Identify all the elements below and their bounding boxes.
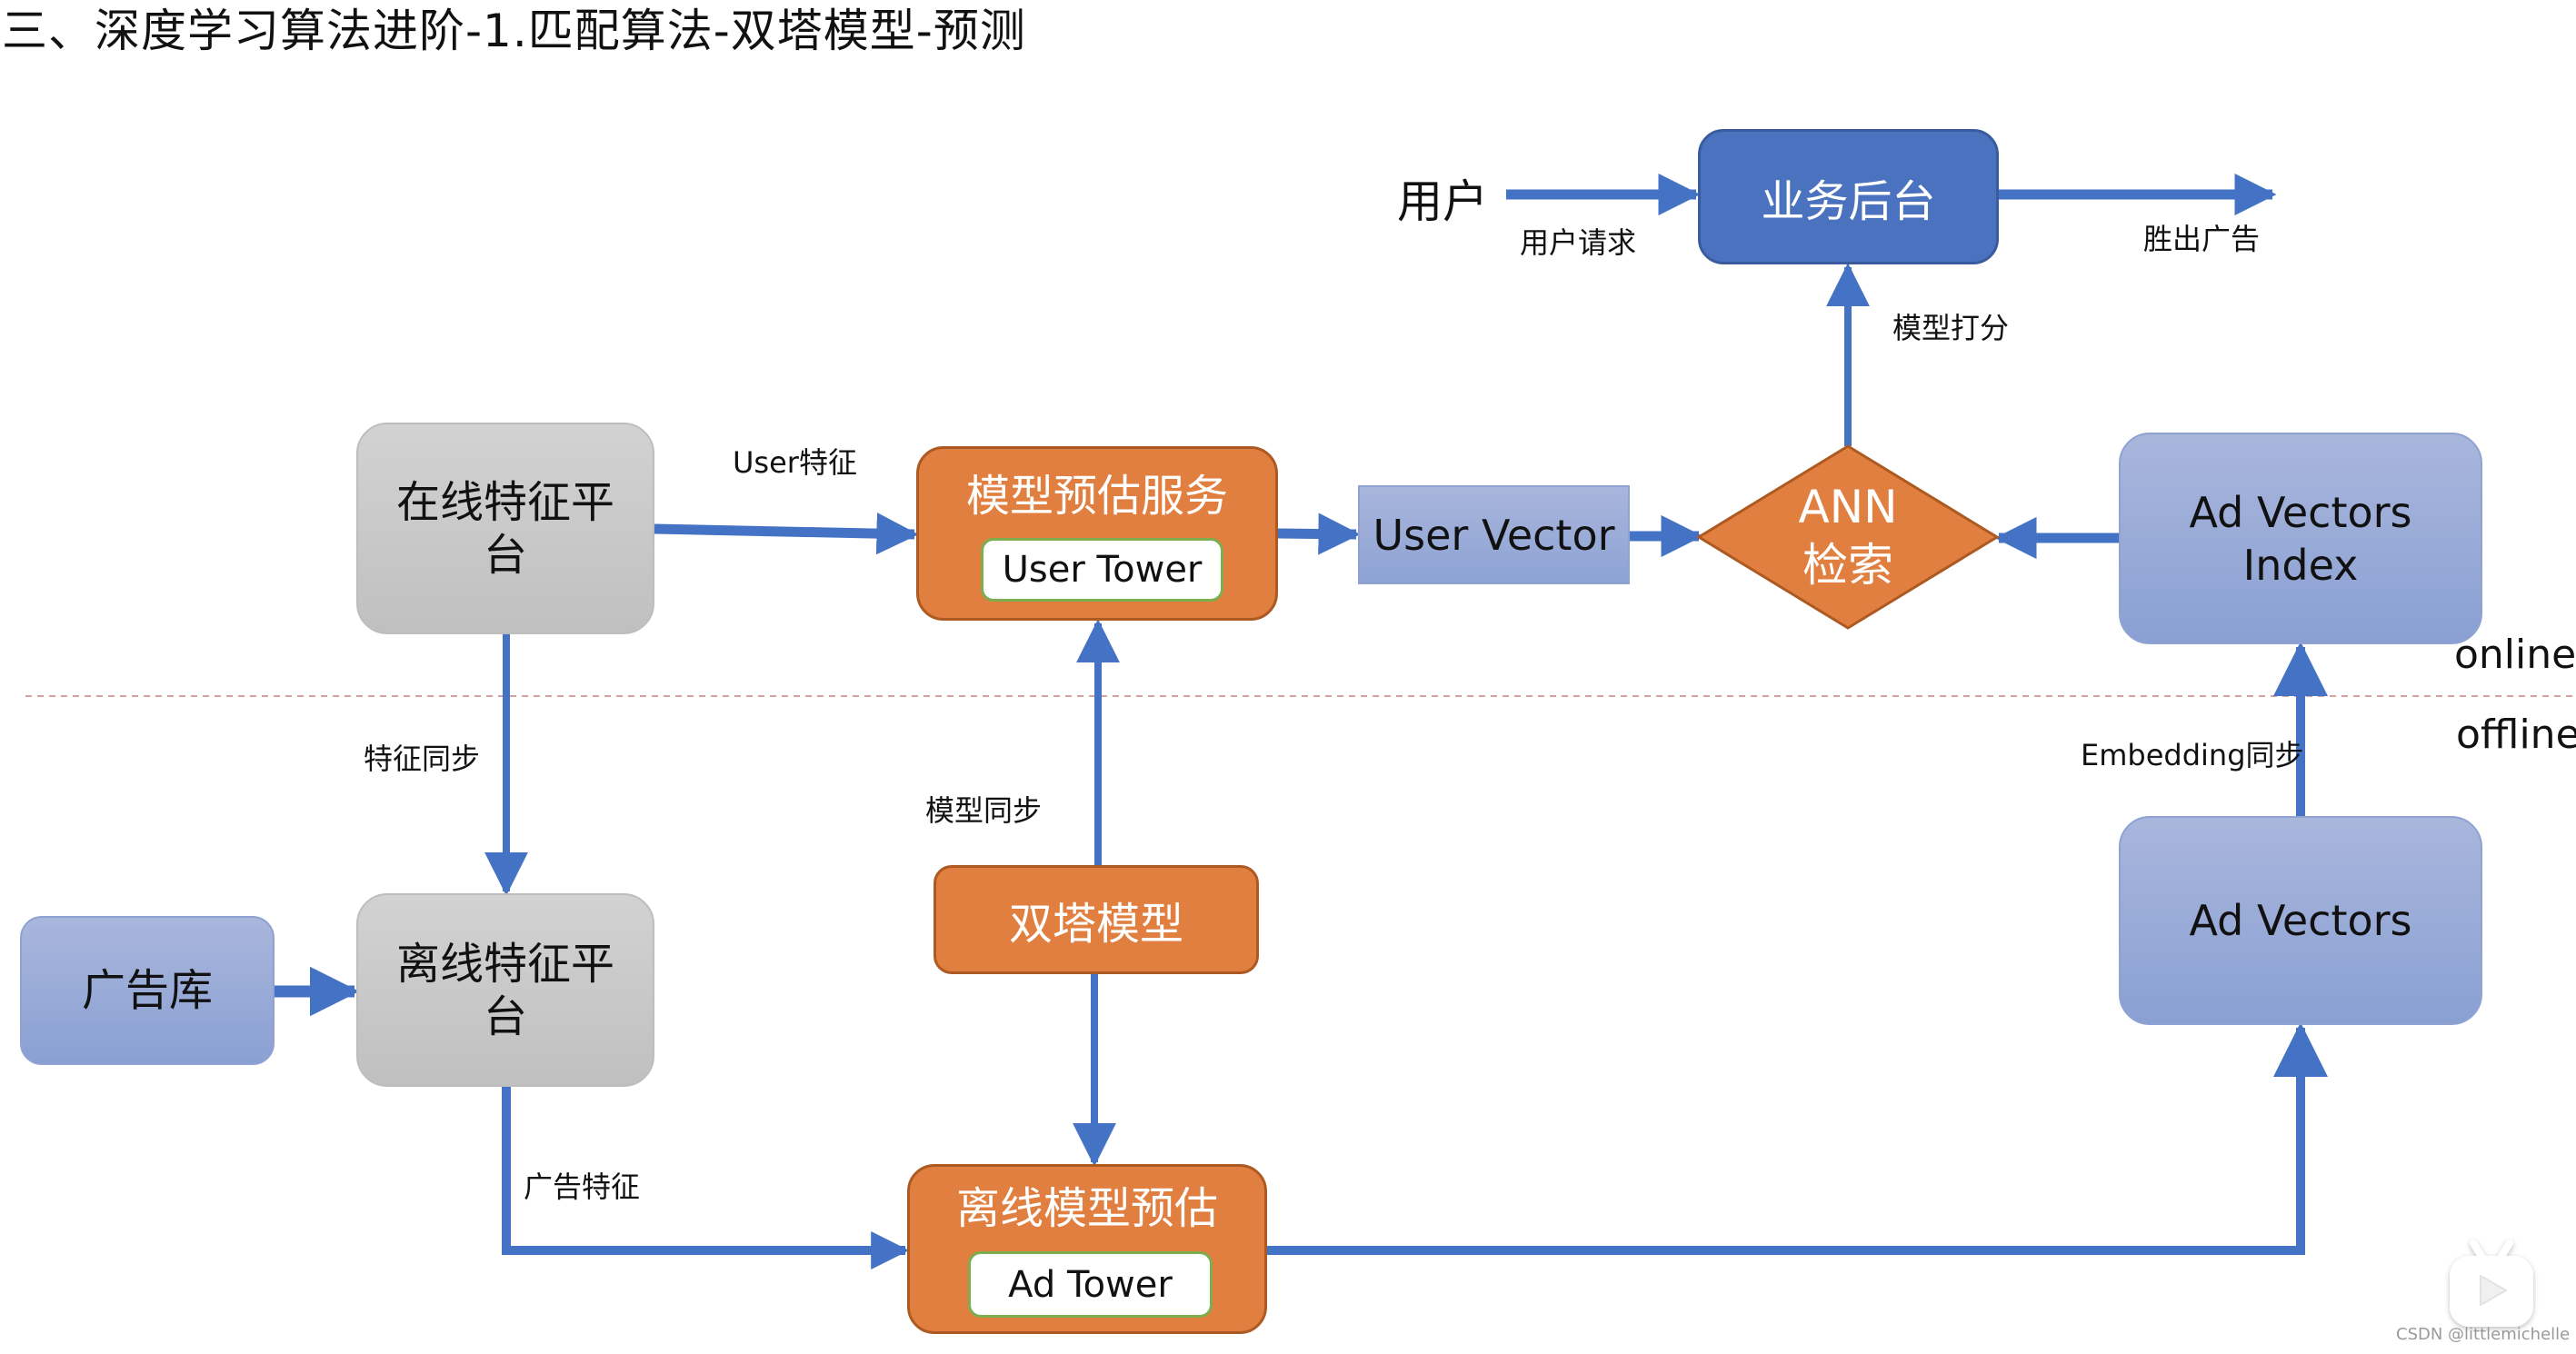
ad-vectors-index-line1: Ad Vectors	[2189, 487, 2412, 537]
user-request-label: 用户请求	[1520, 225, 1637, 260]
ad-library-label: 广告库	[81, 965, 213, 1016]
ad-vectors-node[interactable]: Ad Vectors	[2119, 816, 2482, 1025]
search-label: 检索	[1802, 539, 1893, 592]
ad-features-label: 广告特征	[524, 1170, 641, 1204]
user-features-label: User特征	[733, 445, 857, 480]
diagram-canvas: 三、深度学习算法进阶-1.匹配算法-双塔模型-预测 用户 业务后台 用户请求 胜…	[0, 0, 2576, 1354]
model-sync-label: 模型同步	[925, 793, 1043, 828]
model-serving-node[interactable]: 模型预估服务 User Tower	[916, 446, 1278, 621]
two-tower-model-label: 双塔模型	[1008, 899, 1183, 950]
ad-vectors-index-line2: Index	[2242, 540, 2359, 590]
ad-tower-label: Ad Tower	[1008, 1263, 1173, 1306]
online-feature-platform-node[interactable]: 在线特征平台	[356, 423, 654, 634]
arrow-serving-to-user-vector	[1277, 513, 1361, 555]
two-tower-model-node[interactable]: 双塔模型	[934, 865, 1259, 974]
offline-feature-platform-node[interactable]: 离线特征平台	[356, 893, 654, 1087]
embedding-sync-label: Embedding同步	[2081, 738, 2304, 772]
offline-feature-platform-label: 离线特征平台	[395, 938, 614, 1042]
winning-ads-label: 胜出广告	[2143, 222, 2261, 256]
ad-vectors-index-node[interactable]: Ad Vectors Index	[2119, 433, 2482, 644]
offline-model-prediction-label: 离线模型预估	[955, 1183, 1218, 1234]
arrow-online-features-to-serving	[654, 513, 919, 555]
connectors-layer	[25, 173, 2576, 1269]
ad-library-node[interactable]: 广告库	[20, 916, 275, 1065]
online-zone-label: online	[2454, 632, 2576, 678]
business-backend-label: 业务后台	[1761, 175, 1936, 227]
business-backend-node[interactable]: 业务后台	[1698, 129, 1999, 264]
user-vector-label: User Vector	[1373, 510, 1615, 560]
model-scoring-label: 模型打分	[1892, 311, 2010, 345]
user-tower-label: User Tower	[1002, 549, 1203, 591]
model-serving-label: 模型预估服务	[965, 471, 1228, 522]
offline-zone-label: offline	[2456, 712, 2576, 758]
ann-search-text: ANN 检索	[1739, 478, 1957, 594]
user-tower-node[interactable]: User Tower	[981, 538, 1223, 602]
ann-label: ANN	[1798, 481, 1898, 533]
online-feature-platform-label: 在线特征平台	[395, 476, 614, 581]
watermark-text: CSDN @littlemichelle	[2396, 1325, 2571, 1344]
ad-tower-node[interactable]: Ad Tower	[968, 1251, 1213, 1318]
ad-vectors-label: Ad Vectors	[2189, 896, 2412, 945]
user-label: 用户	[1397, 175, 1488, 228]
feature-sync-label: 特征同步	[364, 742, 481, 776]
user-vector-node[interactable]: User Vector	[1358, 485, 1630, 584]
tv-play-icon	[2450, 1240, 2533, 1327]
offline-model-prediction-node[interactable]: 离线模型预估 Ad Tower	[907, 1164, 1267, 1334]
arrow-offline-prediction-to-ad-vectors	[1267, 1022, 2328, 1255]
